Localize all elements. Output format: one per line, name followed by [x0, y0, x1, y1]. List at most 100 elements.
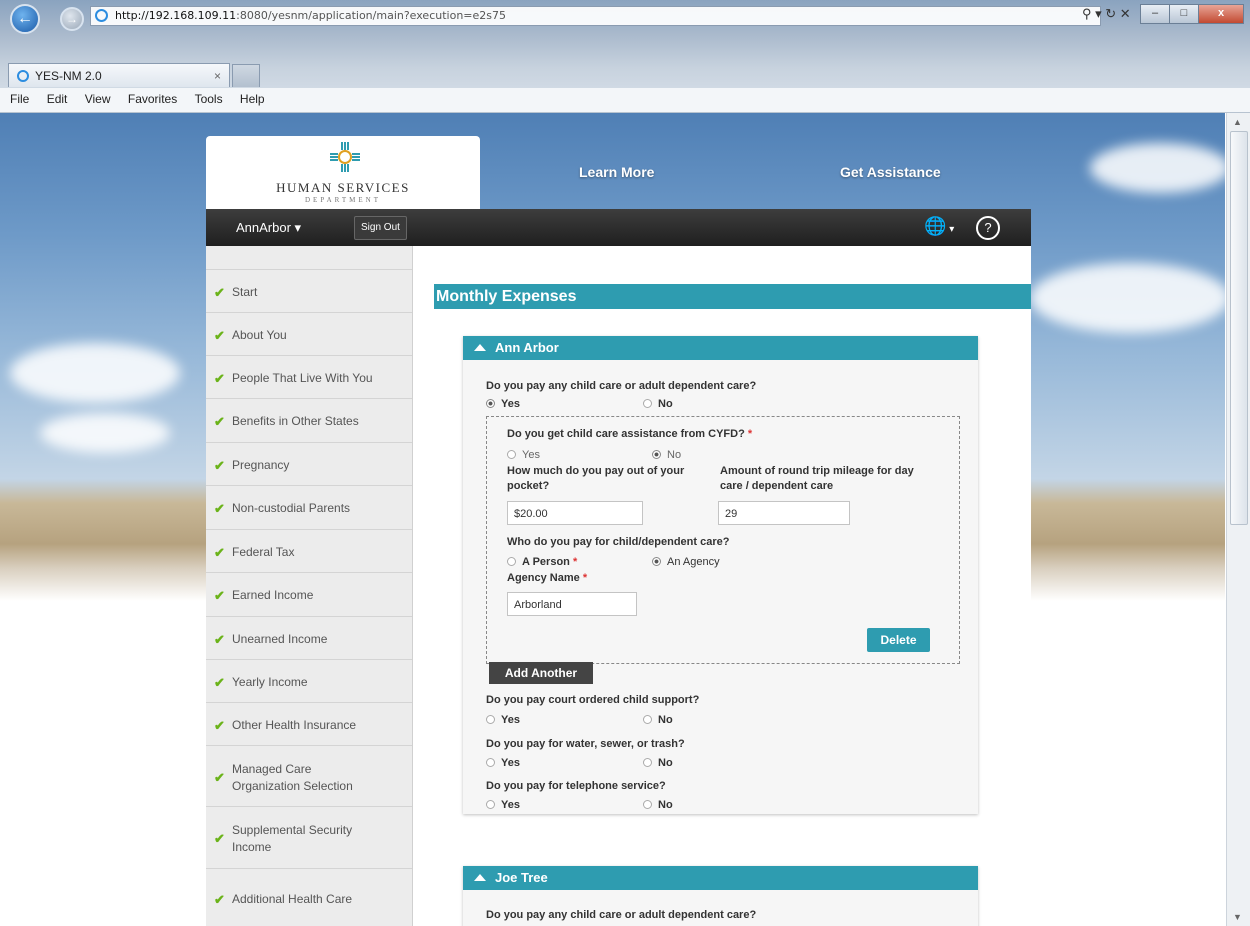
- get-assistance-link[interactable]: Get Assistance: [840, 164, 941, 180]
- sidebar-item-label: Supplemental Security Income: [232, 823, 353, 854]
- logo-text: HUMAN SERVICES: [276, 180, 410, 195]
- childcare-yes-radio[interactable]: Yes: [486, 398, 520, 410]
- cloud: [40, 413, 170, 453]
- sidebar-item-label: Earned Income: [232, 588, 314, 602]
- panel-header[interactable]: Joe Tree: [463, 866, 978, 890]
- sidebar-item-label: Unearned Income: [232, 632, 328, 646]
- vertical-scrollbar[interactable]: ▲ ▼: [1226, 113, 1250, 926]
- cyfd-yes-radio[interactable]: Yes: [507, 449, 540, 461]
- telephone-yes-radio[interactable]: Yes: [486, 799, 520, 811]
- an-agency-radio[interactable]: An Agency: [652, 556, 720, 568]
- menu-edit[interactable]: Edit: [47, 92, 68, 106]
- check-icon: ✔: [214, 371, 225, 386]
- check-icon: ✔: [214, 892, 225, 907]
- browser-tab[interactable]: YES-NM 2.0 ×: [8, 63, 230, 87]
- search-icon[interactable]: ⚲ ▾ ↻ ✕: [1082, 6, 1131, 22]
- collapse-icon[interactable]: [474, 874, 486, 881]
- sidebar-item[interactable]: ✔ Other Health Insurance: [206, 702, 412, 745]
- sidebar-item[interactable]: ✔ Managed Care Organization Selection: [206, 745, 412, 806]
- telephone-no-radio[interactable]: No: [643, 799, 673, 811]
- question-out-of-pocket: How much do you pay out of your pocket?: [507, 465, 685, 492]
- scroll-up-icon[interactable]: ▲: [1233, 117, 1242, 127]
- collapse-icon[interactable]: [474, 344, 486, 351]
- sidebar-item[interactable]: ✔ Unearned Income: [206, 616, 412, 659]
- user-bar: AnnArbor ▾ Sign Out 🌐 ▾ ?: [206, 209, 1031, 246]
- delete-button[interactable]: Delete: [867, 628, 930, 652]
- child-support-yes-radio[interactable]: Yes: [486, 714, 520, 726]
- check-icon: ✔: [214, 328, 225, 343]
- agency-name-label: Agency Name *: [507, 572, 588, 584]
- sidebar-item[interactable]: ✔ Pregnancy: [206, 442, 412, 485]
- sidebar-item[interactable]: ✔ Federal Tax: [206, 529, 412, 572]
- cyfd-no-radio[interactable]: No: [652, 449, 681, 461]
- check-icon: ✔: [214, 675, 225, 690]
- sidebar-item[interactable]: ✔ Non-custodial Parents: [206, 485, 412, 529]
- sidebar-item-label: Managed Care Organization Selection: [232, 762, 353, 793]
- mileage-input[interactable]: 29: [718, 501, 850, 525]
- a-person-radio[interactable]: A Person *: [507, 556, 577, 568]
- scroll-down-icon[interactable]: ▼: [1233, 912, 1242, 922]
- forward-button[interactable]: →: [60, 7, 84, 31]
- water-no-radio[interactable]: No: [643, 757, 673, 769]
- out-of-pocket-input[interactable]: $20.00: [507, 501, 643, 525]
- question-who-pay: Who do you pay for child/dependent care?: [507, 536, 730, 548]
- sidebar-item-label: About You: [232, 328, 287, 342]
- check-icon: ✔: [214, 588, 225, 603]
- sidebar-item-label: Other Health Insurance: [232, 718, 357, 732]
- sign-out-button[interactable]: Sign Out: [354, 216, 407, 240]
- new-tab-button[interactable]: [232, 64, 260, 87]
- sidebar-item-label: Pregnancy: [232, 458, 290, 472]
- learn-more-link[interactable]: Learn More: [579, 164, 654, 180]
- user-menu[interactable]: AnnArbor ▾: [236, 220, 301, 236]
- close-tab-icon[interactable]: ×: [214, 64, 221, 88]
- scroll-thumb[interactable]: [1230, 131, 1248, 525]
- page-content: ✔ Start ✔ About You ✔ People That Live With Y…: [206, 246, 1031, 926]
- tab-title: YES-NM 2.0: [35, 69, 102, 83]
- member-name: Joe Tree: [495, 870, 548, 885]
- child-support-no-radio[interactable]: No: [643, 714, 673, 726]
- sidebar-item[interactable]: ✔ Additional Health Care: [206, 868, 412, 926]
- sidebar-item[interactable]: ✔ Benefits in Other States: [206, 398, 412, 442]
- panel-header[interactable]: Ann Arbor: [463, 336, 978, 360]
- zia-sun-icon: [330, 142, 360, 172]
- water-yes-radio[interactable]: Yes: [486, 757, 520, 769]
- close-button[interactable]: x: [1198, 4, 1244, 24]
- page-title: Monthly Expenses: [434, 284, 1031, 309]
- check-icon: ✔: [214, 458, 225, 473]
- agency-name-input[interactable]: Arborland: [507, 592, 637, 616]
- language-globe-icon[interactable]: 🌐 ▾: [924, 216, 954, 237]
- ie-icon: [17, 70, 29, 82]
- question-childcare: Do you pay any child care or adult depen…: [486, 380, 757, 392]
- maximize-button[interactable]: □: [1169, 4, 1199, 24]
- address-bar[interactable]: http://192.168.109.11:8080/yesnm/applica…: [90, 6, 1101, 26]
- childcare-no-radio[interactable]: No: [643, 398, 673, 410]
- cloud: [1030, 263, 1225, 333]
- menu-file[interactable]: File: [10, 92, 29, 106]
- sidebar-item[interactable]: ✔ About You: [206, 312, 412, 355]
- minimize-button[interactable]: –: [1140, 4, 1170, 24]
- hsd-logo[interactable]: HUMAN SERVICES DEPARTMENT: [206, 136, 480, 210]
- cloud: [1090, 143, 1225, 193]
- sidebar-item[interactable]: ✔ Yearly Income: [206, 659, 412, 702]
- question-mileage: Amount of round trip mileage for day care…: [720, 465, 914, 492]
- menu-help[interactable]: Help: [240, 92, 265, 106]
- add-another-button[interactable]: Add Another: [489, 662, 593, 684]
- browser-chrome: ← → http://192.168.109.11:8080/yesnm/app…: [0, 0, 1250, 113]
- check-icon: ✔: [214, 285, 225, 300]
- sidebar-item[interactable]: ✔ People That Live With You: [206, 355, 412, 398]
- sidebar-item[interactable]: ✔ Supplemental Security Income: [206, 806, 412, 868]
- check-icon: ✔: [214, 632, 225, 647]
- menu-view[interactable]: View: [85, 92, 111, 106]
- chevron-down-icon: ▾: [294, 220, 302, 235]
- page-viewport: HUMAN SERVICES DEPARTMENT Learn More Get…: [0, 113, 1225, 926]
- menu-tools[interactable]: Tools: [195, 92, 223, 106]
- sidebar-item[interactable]: ✔ Start: [206, 269, 412, 312]
- back-button[interactable]: ←: [10, 4, 40, 34]
- menu-favorites[interactable]: Favorites: [128, 92, 177, 106]
- sidebar-item-label: Benefits in Other States: [232, 414, 359, 428]
- help-icon[interactable]: ?: [976, 216, 1000, 240]
- window-controls: – □ x: [1140, 4, 1244, 24]
- member-name: Ann Arbor: [495, 340, 559, 355]
- sidebar-item[interactable]: ✔ Earned Income: [206, 572, 412, 616]
- check-icon: ✔: [214, 414, 225, 429]
